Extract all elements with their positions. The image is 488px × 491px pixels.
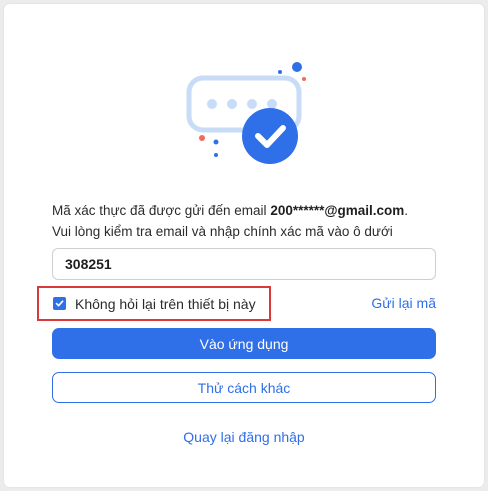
- decor-dot: [292, 62, 302, 72]
- remember-device-option[interactable]: Không hỏi lại trên thiết bị này: [37, 286, 271, 321]
- enter-app-button[interactable]: Vào ứng dụng: [52, 328, 436, 359]
- decor-dot: [278, 70, 282, 74]
- remember-device-label: Không hỏi lại trên thiết bị này: [75, 295, 256, 312]
- verification-illustration: [186, 62, 306, 164]
- check-circle-icon: [242, 108, 298, 164]
- password-dot-icon: [207, 99, 217, 109]
- otp-code-input[interactable]: [52, 248, 436, 280]
- try-another-way-button[interactable]: Thử cách khác: [52, 372, 436, 403]
- checkmark-icon: [55, 300, 64, 307]
- decor-dot: [199, 135, 205, 141]
- message-instructions: Vui lòng kiểm tra email và nhập chính xá…: [52, 224, 393, 239]
- password-dot-icon: [227, 99, 237, 109]
- decor-dot: [302, 77, 306, 81]
- back-to-login-link[interactable]: Quay lại đăng nhập: [0, 429, 488, 445]
- password-dot-icon: [247, 99, 257, 109]
- verification-message: Mã xác thực đã được gửi đến email 200***…: [52, 200, 452, 242]
- remember-device-checkbox[interactable]: [53, 297, 66, 310]
- message-suffix: .: [404, 203, 409, 218]
- masked-email: 200******@gmail.com: [270, 203, 405, 218]
- decor-dot: [213, 139, 219, 145]
- password-dot-icon: [267, 99, 277, 109]
- message-prefix: Mã xác thực đã được gửi đến email: [52, 203, 271, 218]
- resend-code-link[interactable]: Gửi lại mã: [371, 295, 436, 311]
- decor-dot: [214, 153, 218, 157]
